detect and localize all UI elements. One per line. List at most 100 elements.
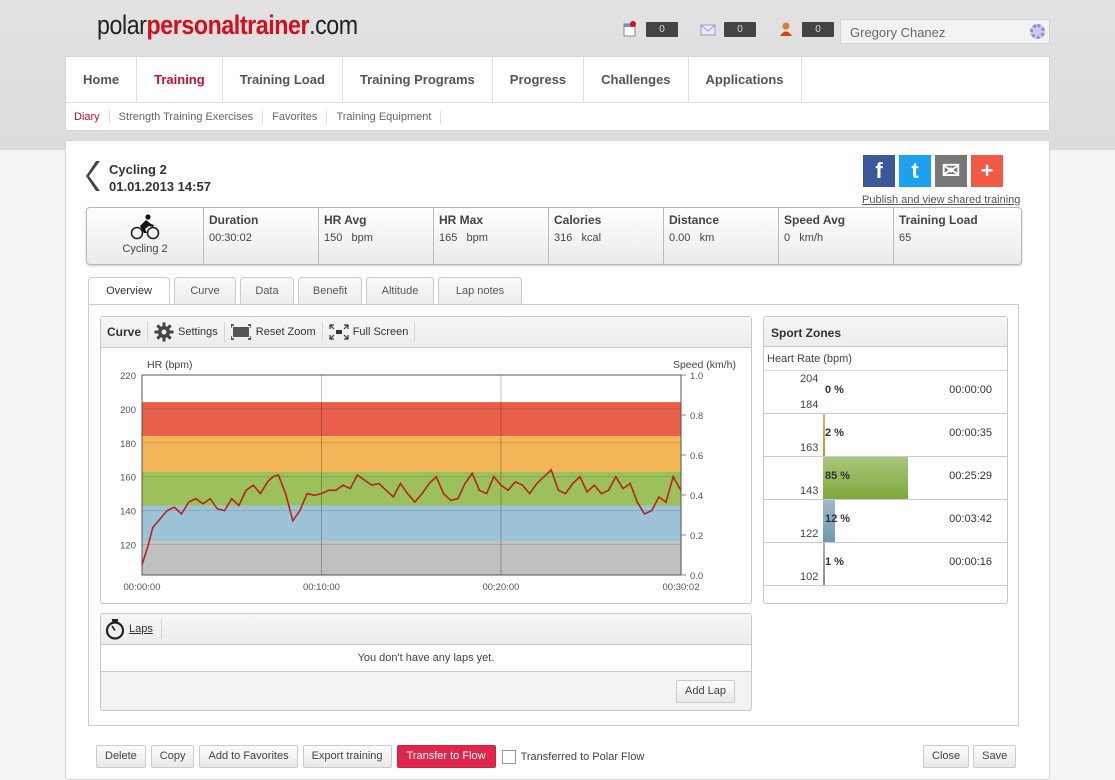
footer-actions: Delete Copy Add to Favorites Export trai… [96, 745, 644, 768]
nav-item-training-load[interactable]: Training Load [223, 57, 343, 102]
zone-row: 102 1 % 00:00:16 [764, 543, 1007, 586]
zone-percent: 0 % [825, 384, 844, 396]
summary-label: HR Max [439, 213, 484, 227]
summary-value: 165 bpm [439, 232, 488, 244]
summary-calories: Calories 316 kcal [549, 208, 664, 264]
subnav-item-favorites[interactable]: Favorites [263, 110, 328, 124]
email-share-icon[interactable]: ✉ [935, 155, 967, 187]
hr-chart[interactable]: 120 140 160 180 200 220 0.0 0.2 0.4 0.6 0.8 1.0 00:0… [101, 348, 751, 603]
x-tick-label: 00:10:00 [303, 582, 340, 593]
export-training-button[interactable]: Export training [302, 745, 392, 768]
summary-value: 316 kcal [554, 232, 602, 244]
full-screen-label: Full Screen [352, 326, 409, 338]
friends-count[interactable]: 0 [802, 21, 834, 37]
settings-button[interactable]: Settings [148, 322, 225, 342]
nav-item-challenges[interactable]: Challenges [584, 57, 689, 102]
reset-zoom-button[interactable]: Reset Zoom [225, 322, 323, 342]
tab-benefit[interactable]: Benefit [298, 277, 362, 305]
add-lap-button[interactable]: Add Lap [676, 680, 735, 703]
logo-prefix: polar [97, 10, 147, 40]
summary-label: Duration [209, 213, 259, 227]
facebook-share-icon[interactable]: f [863, 155, 895, 187]
y2-tick-label: 0.8 [690, 411, 703, 422]
full-screen-button[interactable]: Full Screen [323, 322, 416, 342]
zone-upper-bound: 204 [800, 373, 819, 385]
subnav-item-diary[interactable]: Diary [74, 110, 110, 124]
subnav-item-strength-training-exercises[interactable]: Strength Training Exercises [110, 110, 264, 124]
training-name: Cycling 2 [109, 162, 167, 177]
notes-count[interactable]: 0 [646, 21, 678, 37]
summary-duration: Duration 00:30:02 [204, 208, 319, 264]
zone-rows: 204 184 0 % 00:00:00 163 2 % 00:00:35 143 85 % 00… [764, 371, 1007, 586]
twitter-share-icon[interactable]: t [899, 155, 931, 187]
summary-label: Training Load [899, 213, 978, 227]
delete-button[interactable]: Delete [96, 745, 146, 768]
laps-header: Laps [101, 614, 751, 645]
sport-zones-subtitle: Heart Rate (bpm) [764, 347, 1007, 371]
zone-time: 00:03:42 [949, 513, 992, 525]
tab-data[interactable]: Data [240, 277, 294, 305]
zone-time: 00:00:16 [949, 556, 992, 568]
hr-zone-band [142, 541, 681, 575]
gear-icon[interactable] [1030, 24, 1045, 39]
tab-lap-notes[interactable]: Lap notes [438, 277, 522, 305]
tab-overview[interactable]: Overview [88, 277, 170, 306]
mail-count[interactable]: 0 [724, 21, 756, 37]
y-tick-label: 200 [120, 405, 136, 416]
save-button[interactable]: Save [973, 745, 1017, 768]
transferred-checkbox[interactable] [501, 749, 516, 764]
zone-lower-bound: 184 [800, 399, 819, 411]
sport-cell: Cycling 2 [87, 208, 204, 264]
zone-time: 00:25:29 [949, 470, 992, 482]
zone-percent: 85 % [825, 470, 851, 482]
training-datetime: 01.01.2013 14:57 [109, 179, 211, 194]
friends-icon[interactable] [778, 21, 794, 37]
summary-value: 0 km/h [784, 232, 824, 244]
x-tick-label: 00:20:00 [482, 582, 519, 593]
full-screen-icon [329, 324, 349, 340]
training-summary: Cycling 2 Duration 00:30:02 HR Avg 150 bpm H… [86, 207, 1022, 265]
summary-value: 0.00 km [669, 232, 715, 244]
zone-lower-bound: 163 [800, 442, 819, 454]
nav-item-home[interactable]: Home [66, 57, 138, 102]
summary-distance: Distance 0.00 km [664, 208, 779, 264]
transferred-label: Transferred to Polar Flow [520, 750, 645, 763]
user-name: Gregory Chanez [850, 25, 946, 40]
nav-item-applications[interactable]: Applications [689, 57, 802, 102]
tab-curve[interactable]: Curve [174, 277, 236, 305]
summary-cells: Duration 00:30:02 HR Avg 150 bpm HR Max 165 b… [204, 208, 1009, 264]
summary-label: HR Avg [324, 213, 367, 227]
close-button[interactable]: Close [923, 745, 970, 768]
zone-lower-bound: 102 [800, 571, 819, 583]
more-share-icon[interactable]: + [971, 155, 1003, 187]
nav-main: Home Training Training Load Training Progra… [66, 57, 1049, 103]
nav-item-training-programs[interactable]: Training Programs [343, 57, 493, 102]
curve-panel: Curve Settings Reset Zoom Full Screen 12… [100, 316, 752, 604]
subnav-item-training-equipment[interactable]: Training Equipment [327, 110, 442, 124]
laps-link[interactable]: Laps [129, 619, 162, 639]
y-axis-title: HR (bpm) [147, 359, 193, 371]
hr-zone-band [142, 402, 681, 437]
curve-toolbar: Curve Settings Reset Zoom Full Screen [101, 317, 751, 348]
site-logo[interactable]: polarpersonaltrainer.com [97, 10, 358, 41]
add-to-favorites-button[interactable]: Add to Favorites [199, 745, 298, 768]
stopwatch-icon [105, 619, 125, 640]
summary-value: 00:30:02 [209, 232, 252, 244]
summary-training-load: Training Load 65 [894, 208, 1009, 264]
tab-altitude[interactable]: Altitude [366, 277, 434, 305]
y2-tick-label: 0.2 [690, 531, 703, 542]
publish-link[interactable]: Publish and view shared training [862, 194, 1020, 206]
transfer-to-flow-button[interactable]: Transfer to Flow [396, 745, 496, 768]
back-chevron-icon[interactable] [86, 160, 102, 192]
nav-item-training[interactable]: Training [137, 57, 223, 102]
y2-tick-label: 1.0 [690, 371, 703, 382]
mail-icon[interactable] [700, 21, 716, 37]
user-menu[interactable]: Gregory Chanez [840, 19, 1050, 44]
zone-time: 00:00:00 [949, 384, 992, 396]
logo-brand: personaltrainer [146, 10, 310, 40]
sport-name: Cycling 2 [122, 243, 168, 255]
nav-item-progress[interactable]: Progress [493, 57, 585, 102]
zone-lower-bound: 143 [800, 485, 819, 497]
copy-button[interactable]: Copy [150, 745, 195, 768]
notes-icon[interactable] [622, 21, 638, 37]
